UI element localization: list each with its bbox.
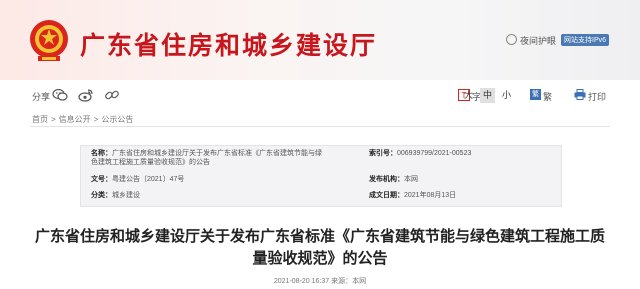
site-title[interactable]: 广东省住房和城乡建设厅 [80, 26, 377, 62]
article-title: 广东省住房和城乡建设厅关于发布广东省标准《广东省建筑节能与绿色建筑工程施工质量验… [34, 228, 605, 267]
meta-publisher-value: 本网 [404, 176, 418, 183]
breadcrumb-announcements[interactable]: 公示公告 [101, 115, 133, 124]
meta-title-value-line2: 色建筑工程施工质量验收规范》的公告 [91, 159, 210, 166]
meta-title-value-line1: 广东省住房和城乡建设厅关于发布广东省标准《广东省建筑节能与绿 [112, 150, 322, 157]
site-header: 广东省住房和城乡建设厅 夜间护眼 网站支持IPv6 [0, 0, 640, 80]
meta-category-label: 分类： [91, 192, 112, 199]
traditional-chinese-button[interactable]: 繁 [543, 90, 552, 103]
meta-docno-label: 文号： [91, 176, 112, 183]
meta-publisher: 发布机构：本网 [369, 175, 418, 184]
meta-publisher-label: 发布机构： [369, 176, 404, 183]
font-size-small[interactable]: 小 [499, 88, 514, 103]
night-mode-icon [506, 34, 517, 45]
link-icon[interactable] [104, 87, 120, 103]
weibo-icon[interactable] [78, 87, 94, 103]
national-emblem-icon [30, 20, 68, 61]
night-mode-label: 夜间护眼 [520, 36, 557, 46]
meta-title-label: 名称： [91, 150, 112, 157]
meta-title: 名称：广东省住房和城乡建设厅关于发布广东省标准《广东省建筑节能与绿 色建筑工程施… [91, 149, 361, 167]
article-toolbar: 分享 T 字号 大 中 小 繁 繁 打印 [0, 82, 640, 108]
meta-category: 分类：城乡建设 [91, 191, 140, 200]
breadcrumb: 首页 > 信息公开 > 公示公告 [32, 114, 133, 125]
publish-info: 2021-08-20 16:37 来源：本网 [273, 278, 367, 285]
breadcrumb-info-public[interactable]: 信息公开 [59, 115, 91, 124]
share-label: 分享 [32, 92, 51, 102]
meta-index-value: 006939799/2021-00523 [397, 150, 472, 157]
meta-index: 索引号：006939799/2021-00523 [369, 149, 471, 158]
meta-docno-value: 粤建公告〔2021〕47号 [112, 176, 185, 183]
print-icon[interactable] [574, 89, 586, 100]
meta-docno: 文号：粤建公告〔2021〕47号 [91, 175, 184, 184]
meta-date-value: 2021年08月13日 [404, 192, 457, 199]
breadcrumb-separator: > [93, 115, 99, 124]
divider [30, 126, 610, 127]
traditional-chinese-icon[interactable]: 繁 [530, 89, 541, 100]
breadcrumb-home[interactable]: 首页 [32, 115, 48, 124]
meta-date-label: 成文日期： [369, 192, 404, 199]
ipv6-badge: 网站支持IPv6 [561, 34, 610, 46]
font-size-medium[interactable]: 中 [480, 88, 495, 103]
night-mode-toggle[interactable]: 夜间护眼 [506, 34, 556, 47]
wechat-icon[interactable] [52, 87, 68, 103]
print-button[interactable]: 打印 [588, 90, 606, 103]
meta-index-label: 索引号： [369, 150, 397, 157]
breadcrumb-separator: > [51, 115, 56, 124]
meta-date: 成文日期：2021年08月13日 [369, 191, 456, 200]
font-size-large[interactable]: 大 [461, 88, 476, 103]
document-meta-box: 名称：广东省住房和城乡建设厅关于发布广东省标准《广东省建筑节能与绿 色建筑工程施… [80, 145, 562, 207]
meta-category-value: 城乡建设 [112, 192, 140, 199]
